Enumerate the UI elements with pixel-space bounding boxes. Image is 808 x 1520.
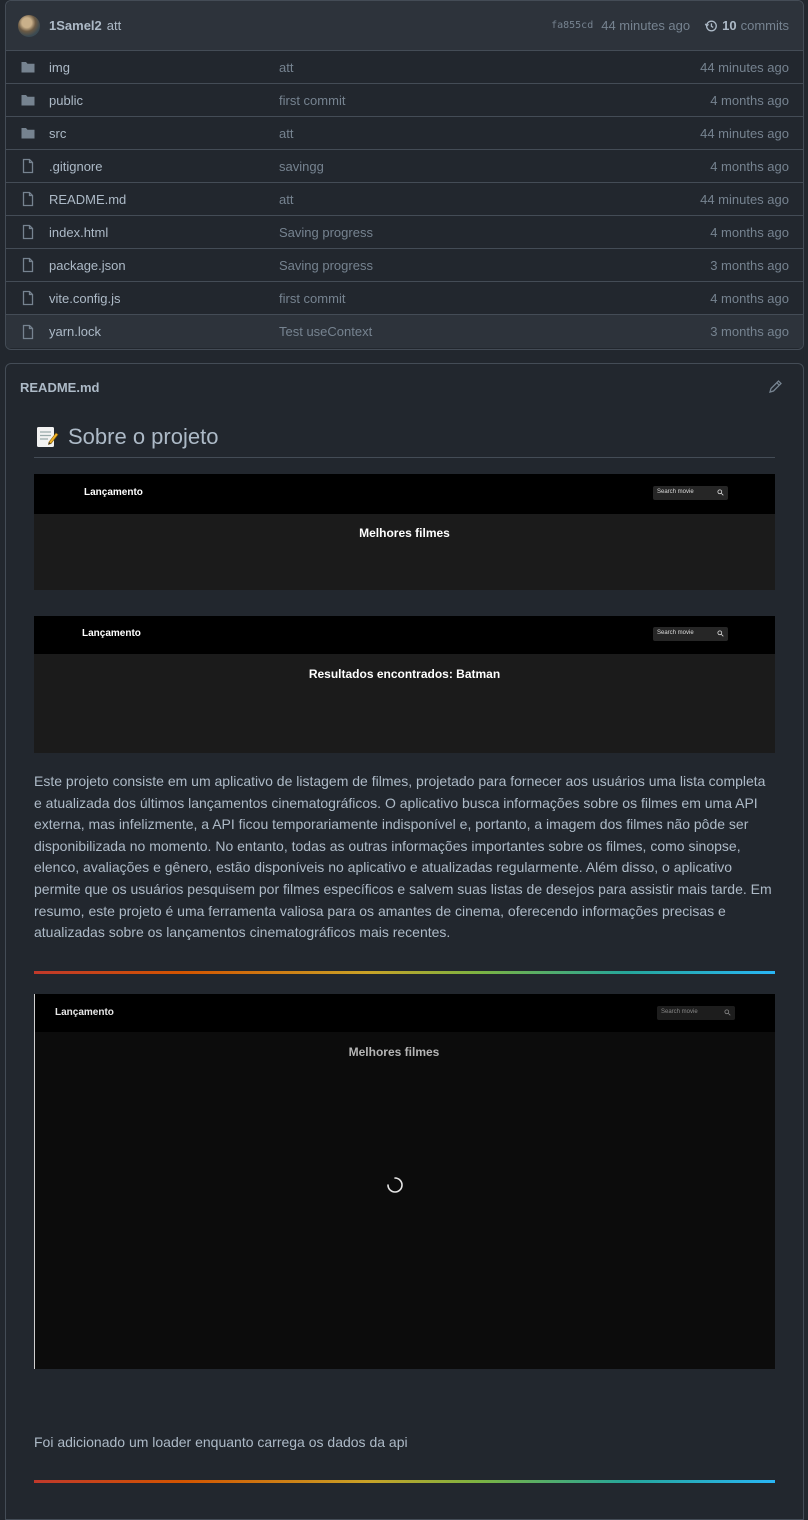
file-icon bbox=[20, 324, 36, 340]
readme-header: README.md bbox=[6, 364, 803, 410]
file-age: 4 months ago bbox=[710, 290, 789, 306]
readme-content: Sobre o projeto Lançamento Search movie … bbox=[34, 424, 775, 1483]
file-icon bbox=[20, 191, 36, 207]
commits-count[interactable]: 10 bbox=[722, 18, 736, 33]
file-commit-message[interactable]: Saving progress bbox=[279, 225, 710, 240]
history-icon[interactable] bbox=[704, 19, 718, 33]
file-name[interactable]: img bbox=[49, 60, 279, 75]
file-commit-message[interactable]: savingg bbox=[279, 159, 710, 174]
file-age: 4 months ago bbox=[710, 224, 789, 240]
file-age: 4 months ago bbox=[710, 158, 789, 174]
file-row-src[interactable]: src att 44 minutes ago bbox=[6, 117, 803, 150]
screenshot-loader: Lançamento Search movie Melhores filmes bbox=[34, 994, 775, 1369]
file-row-index-html[interactable]: index.html Saving progress 4 months ago bbox=[6, 216, 803, 249]
file-row-public[interactable]: public first commit 4 months ago bbox=[6, 84, 803, 117]
commit-time: 44 minutes ago bbox=[601, 18, 691, 33]
screenshot-brand: Lançamento bbox=[84, 487, 143, 498]
readme-paragraph: Este projeto consiste em um aplicativo d… bbox=[34, 773, 772, 941]
file-row-readme[interactable]: README.md att 44 minutes ago bbox=[6, 183, 803, 216]
avatar[interactable] bbox=[18, 14, 40, 37]
file-age: 44 minutes ago bbox=[700, 59, 789, 75]
file-commit-message[interactable]: Saving progress bbox=[279, 258, 710, 273]
readme-filename[interactable]: README.md bbox=[20, 380, 99, 395]
file-name[interactable]: src bbox=[49, 126, 279, 141]
loader-note: Foi adicionado um loader enquanto carreg… bbox=[34, 1434, 408, 1450]
file-age: 4 months ago bbox=[710, 92, 789, 108]
file-age: 3 months ago bbox=[710, 257, 789, 273]
screenshot-search-box: Search movie bbox=[657, 1006, 735, 1020]
folder-icon bbox=[20, 125, 36, 141]
screenshot-title: Melhores filmes bbox=[348, 1045, 440, 1059]
screenshot-search-results: Lançamento Search movie Resultados encon… bbox=[34, 616, 775, 753]
screenshot-navbar: Lançamento Search movie bbox=[35, 994, 775, 1032]
latest-commit-bar: 1Samel2 att fa855cd 44 minutes ago 10 co… bbox=[6, 1, 803, 51]
file-row-package-json[interactable]: package.json Saving progress 3 months ag… bbox=[6, 249, 803, 282]
heading-text: Sobre o projeto bbox=[68, 424, 219, 449]
screenshot-search-placeholder: Search movie bbox=[657, 489, 694, 495]
screenshot-title: Resultados encontrados: Batman bbox=[308, 667, 501, 681]
file-age: 3 months ago bbox=[710, 324, 789, 339]
file-commit-message[interactable]: att bbox=[279, 60, 700, 75]
readme-heading: Sobre o projeto bbox=[34, 424, 775, 458]
screenshot-title: Melhores filmes bbox=[359, 526, 450, 540]
rainbow-divider bbox=[34, 971, 775, 974]
screenshot-navbar: Lançamento Search movie bbox=[34, 616, 775, 654]
commit-message[interactable]: att bbox=[107, 18, 121, 33]
file-commit-message[interactable]: att bbox=[279, 192, 700, 207]
memo-icon bbox=[34, 424, 60, 450]
file-age: 44 minutes ago bbox=[700, 191, 789, 207]
readme-panel: README.md Sobre o projeto Lançamento Sea… bbox=[5, 363, 804, 1520]
file-name[interactable]: README.md bbox=[49, 192, 279, 207]
file-commit-message[interactable]: att bbox=[279, 126, 700, 141]
folder-icon bbox=[20, 59, 36, 75]
edit-pencil-icon[interactable] bbox=[767, 379, 783, 395]
folder-icon bbox=[20, 92, 36, 108]
file-row-vite-config[interactable]: vite.config.js first commit 4 months ago bbox=[6, 282, 803, 315]
screenshot-search-placeholder: Search movie bbox=[657, 630, 694, 636]
file-age: 44 minutes ago bbox=[700, 125, 789, 141]
file-commit-message[interactable]: first commit bbox=[279, 291, 710, 306]
screenshot-home: Lançamento Search movie Melhores filmes bbox=[34, 474, 775, 590]
file-name[interactable]: .gitignore bbox=[49, 159, 279, 174]
file-commit-message[interactable]: Test useContext bbox=[279, 324, 710, 339]
commit-author[interactable]: 1Samel2 bbox=[49, 18, 102, 33]
screenshot-brand: Lançamento bbox=[82, 628, 141, 639]
file-icon bbox=[20, 224, 36, 240]
screenshot-brand: Lançamento bbox=[55, 1007, 114, 1018]
file-row-gitignore[interactable]: .gitignore savingg 4 months ago bbox=[6, 150, 803, 183]
loading-spinner-icon bbox=[386, 1176, 404, 1194]
commits-label[interactable]: commits bbox=[741, 18, 789, 33]
file-name[interactable]: yarn.lock bbox=[49, 324, 279, 339]
screenshot-search-placeholder: Search movie bbox=[661, 1009, 698, 1015]
file-name[interactable]: vite.config.js bbox=[49, 291, 279, 306]
file-commit-message[interactable]: first commit bbox=[279, 93, 710, 108]
screenshot-search-box: Search movie bbox=[653, 627, 728, 641]
screenshot-search-box: Search movie bbox=[653, 486, 728, 500]
file-name[interactable]: public bbox=[49, 93, 279, 108]
file-icon bbox=[20, 257, 36, 273]
file-name[interactable]: package.json bbox=[49, 258, 279, 273]
file-row-img[interactable]: img att 44 minutes ago bbox=[6, 51, 803, 84]
search-icon bbox=[724, 1009, 731, 1016]
search-icon bbox=[717, 630, 724, 637]
file-row-yarn-lock[interactable]: yarn.lock Test useContext 3 months ago bbox=[6, 315, 803, 348]
search-icon bbox=[717, 489, 724, 496]
rainbow-divider bbox=[34, 1480, 775, 1483]
file-browser: 1Samel2 att fa855cd 44 minutes ago 10 co… bbox=[5, 0, 804, 350]
file-name[interactable]: index.html bbox=[49, 225, 279, 240]
file-icon bbox=[20, 290, 36, 306]
commit-sha[interactable]: fa855cd bbox=[551, 20, 593, 31]
screenshot-navbar: Lançamento Search movie bbox=[34, 474, 775, 514]
file-icon bbox=[20, 158, 36, 174]
